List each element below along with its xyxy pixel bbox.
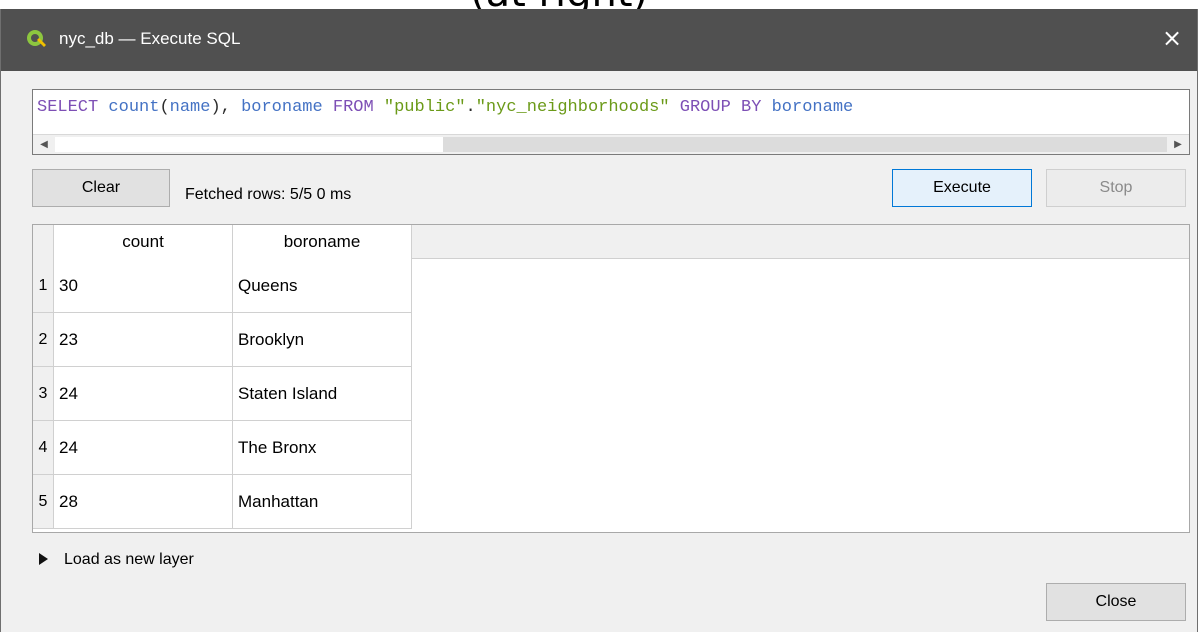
sql-token: ), (210, 98, 242, 117)
table-row[interactable]: 2 23 Brooklyn (33, 313, 412, 367)
scrollbar-thumb[interactable] (55, 137, 443, 152)
sql-token: boroname (241, 98, 323, 117)
column-header-boroname[interactable]: boroname (233, 225, 412, 259)
expand-triangle-icon (39, 552, 48, 565)
sql-token: GROUP BY (679, 98, 762, 117)
cell-count[interactable]: 23 (54, 313, 233, 367)
fetch-status: Fetched rows: 5/5 0 ms (185, 186, 352, 203)
sql-editor[interactable]: SELECT count(name), boroname FROM "publi… (32, 89, 1190, 155)
sql-token: "public" (383, 98, 466, 117)
table-row[interactable]: 1 30 Queens (33, 259, 412, 313)
row-number[interactable]: 2 (33, 313, 54, 367)
title-bar: nyc_db — Execute SQL × (1, 9, 1197, 71)
row-number[interactable]: 3 (33, 367, 54, 421)
clipped-heading-text: (at right) (470, 0, 648, 9)
column-header-count[interactable]: count (54, 225, 233, 259)
scrollbar-track[interactable] (443, 137, 1167, 152)
cell-boroname[interactable]: The Bronx (233, 421, 412, 475)
cell-boroname[interactable]: Staten Island (233, 367, 412, 421)
row-number[interactable]: 1 (33, 259, 54, 313)
sql-token: FROM (332, 98, 374, 117)
scroll-right-arrow-icon[interactable]: ▶ (1169, 135, 1187, 154)
table-row[interactable]: 3 24 Staten Island (33, 367, 412, 421)
cell-boroname[interactable]: Brooklyn (233, 313, 412, 367)
close-button[interactable]: Close (1046, 583, 1186, 621)
sql-query-text[interactable]: SELECT count(name), boroname FROM "publi… (37, 98, 853, 117)
results-table[interactable]: count boroname 1 30 Queens 2 23 Brooklyn 3 24 St… (32, 224, 1190, 533)
sql-token: "nyc_neighborhoods" (475, 98, 670, 117)
sql-token: name (169, 98, 211, 117)
row-number[interactable]: 5 (33, 475, 54, 529)
load-as-new-layer-label: Load as new layer (64, 551, 194, 568)
horizontal-scrollbar[interactable]: ◀ ▶ (33, 134, 1189, 154)
sql-token: . (465, 98, 476, 117)
execute-button[interactable]: Execute (892, 169, 1032, 207)
cell-count[interactable]: 24 (54, 367, 233, 421)
qgis-logo-icon (27, 30, 46, 47)
cell-count[interactable]: 28 (54, 475, 233, 529)
table-row[interactable]: 5 28 Manhattan (33, 475, 412, 529)
cell-count[interactable]: 24 (54, 421, 233, 475)
table-header: count boroname (33, 225, 1189, 259)
cell-boroname[interactable]: Queens (233, 259, 412, 313)
scroll-left-arrow-icon[interactable]: ◀ (35, 135, 53, 154)
table-row[interactable]: 4 24 The Bronx (33, 421, 412, 475)
top-clipped-strip: (at right) (0, 0, 1198, 9)
window-title: nyc_db — Execute SQL (59, 29, 241, 48)
load-as-new-layer-toggle[interactable]: Load as new layer (39, 551, 194, 569)
cell-boroname[interactable]: Manhattan (233, 475, 412, 529)
table-corner[interactable] (33, 225, 54, 259)
sql-token: boroname (771, 98, 854, 117)
clear-button[interactable]: Clear (32, 169, 170, 207)
stop-button[interactable]: Stop (1046, 169, 1186, 207)
sql-token: ( (159, 98, 170, 117)
sql-token: count (108, 98, 160, 117)
execute-sql-dialog: nyc_db — Execute SQL × SELECT count(name… (0, 9, 1198, 632)
close-icon[interactable]: × (1157, 23, 1187, 53)
sql-token: SELECT (37, 98, 99, 117)
row-number[interactable]: 4 (33, 421, 54, 475)
cell-count[interactable]: 30 (54, 259, 233, 313)
